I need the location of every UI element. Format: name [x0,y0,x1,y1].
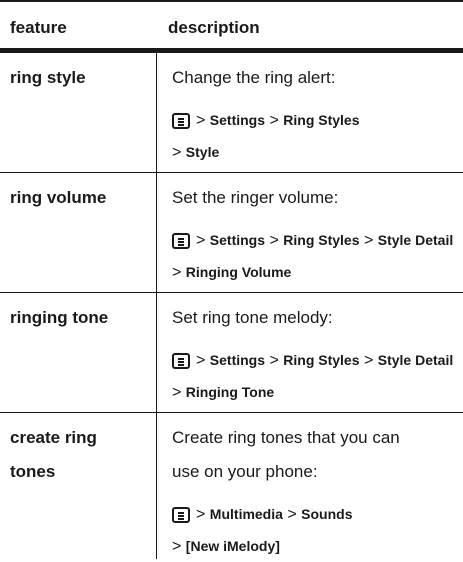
menu-path-item: Settings [209,112,266,128]
menu-path-item: Ring Styles [283,112,360,128]
header-top-rule [0,0,463,2]
path-separator: > [172,384,186,401]
path-separator: > [196,506,210,523]
path-separator: > [282,506,302,523]
menu-key-icon [172,233,190,249]
table-header: feature description [0,0,463,53]
path-separator: > [359,232,378,249]
menu-path-item: Ringing Tone [185,384,275,400]
path-separator: > [265,232,284,249]
feature-description: Set the ringer volume: [172,188,339,207]
feature-description: Change the ring alert: [172,68,336,87]
table-row: ring volume Set the ringer volume: > Setti… [0,173,463,293]
menu-path: > Style [172,137,219,168]
menu-path: > Settings > Ring Styles > Style Detail [172,345,453,376]
table-row: create ring tones Create ring tones that y… [0,413,463,559]
path-separator: > [265,112,284,129]
menu-path-item: Ring Styles [283,232,360,248]
path-separator: > [359,352,378,369]
menu-path-item: [New iMelody] [185,538,280,554]
path-separator: > [265,352,284,369]
feature-name: tones [10,462,56,481]
menu-path-item: Multimedia [209,506,283,522]
header-feature: feature [10,18,67,37]
menu-key-icon [172,507,190,523]
menu-path-item: Settings [209,352,266,368]
menu-path-item: Ringing Volume [185,264,292,280]
feature-name: ring volume [10,188,107,207]
menu-path-item: Style Detail [377,352,454,368]
path-separator: > [172,144,186,161]
table-row: ringing tone Set ring tone melody: > Setti… [0,293,463,413]
path-separator: > [196,352,210,369]
menu-path: > Settings > Ring Styles [172,105,360,136]
menu-path-item: Ring Styles [283,352,360,368]
menu-path: > Settings > Ring Styles > Style Detail [172,225,453,256]
path-separator: > [172,538,186,555]
header-description: description [168,18,260,37]
menu-path-item: Sounds [301,506,353,522]
feature-description: use on your phone: [172,462,318,481]
menu-path-item: Settings [209,232,266,248]
feature-name: create ring [10,428,97,447]
menu-key-icon [172,353,190,369]
path-separator: > [196,112,210,129]
menu-path: > [New iMelody] [172,531,280,562]
menu-path: > Ringing Volume [172,257,291,288]
menu-path: > Ringing Tone [172,377,274,408]
menu-path-item: Style [185,144,220,160]
feature-description: Set ring tone melody: [172,308,333,327]
feature-description: Create ring tones that you can [172,428,400,447]
menu-path: > Multimedia > Sounds [172,499,353,530]
feature-name: ring style [10,68,86,87]
table-row: ring style Change the ring alert: > Settin… [0,53,463,173]
menu-path-item: Style Detail [377,232,454,248]
feature-name: ringing tone [10,308,109,327]
path-separator: > [172,264,186,281]
menu-key-icon [172,113,190,129]
path-separator: > [196,232,210,249]
